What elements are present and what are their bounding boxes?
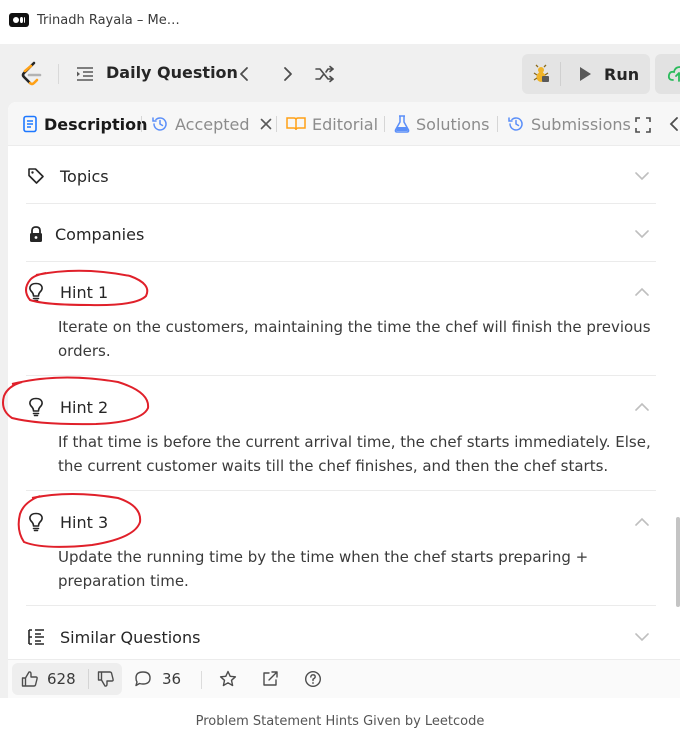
chevron-left-icon [240, 67, 248, 81]
hint-3-text: Update the running time by the time when… [58, 548, 589, 590]
topics-label: Topics [60, 166, 109, 186]
hint-1-header[interactable]: Hint 1 [26, 280, 656, 304]
medium-logo-icon [9, 13, 29, 27]
tab-description-label: Description [44, 114, 148, 134]
lightbulb-icon [26, 512, 46, 532]
thumbs-down-icon [97, 671, 114, 687]
lock-icon [26, 224, 46, 244]
hint-3-title: Hint 3 [60, 512, 109, 532]
run-button-group: Run [522, 54, 650, 94]
list-tree-icon [26, 627, 46, 647]
like-button[interactable]: 628 [12, 663, 88, 695]
run-button[interactable]: Run [568, 54, 648, 94]
chevron-up-icon [635, 402, 649, 411]
tab-accepted[interactable]: Accepted [151, 102, 272, 146]
tab-submissions-label: Submissions [531, 114, 631, 134]
expand-icon[interactable] [635, 117, 651, 133]
shuffle-icon [315, 65, 334, 83]
thumbs-up-icon [21, 671, 38, 687]
image-caption: Problem Statement Hints Given by Leetcod… [195, 714, 485, 729]
star-icon [219, 670, 237, 687]
hint-2-text: If that time is before the current arriv… [58, 433, 651, 475]
play-icon [580, 67, 591, 81]
tab-solutions-label: Solutions [416, 114, 490, 134]
tab-accepted-label: Accepted [175, 114, 250, 134]
external-link-icon [263, 671, 278, 686]
tag-icon [26, 166, 46, 186]
chevron-down-icon [635, 172, 649, 181]
comment-bubble-icon [135, 671, 151, 687]
history-icon [508, 117, 523, 131]
comments-button[interactable]: 36 [134, 663, 181, 695]
browser-tab-title[interactable]: Trinadh Rayala – Me… [37, 13, 180, 28]
tab-submissions[interactable]: Submissions [507, 102, 631, 146]
share-button[interactable] [260, 669, 280, 689]
topics-header[interactable]: Topics [26, 164, 656, 188]
history-icon [152, 117, 167, 131]
leetcode-app: Daily Question Run Description Accepted … [0, 44, 680, 698]
vote-group: 628 [12, 663, 122, 695]
book-icon [286, 117, 306, 131]
companies-header[interactable]: Companies [26, 222, 656, 246]
hint-2-header[interactable]: Hint 2 [26, 395, 656, 419]
question-circle-icon [304, 670, 322, 688]
tab-editorial-label: Editorial [312, 114, 379, 134]
favorite-button[interactable] [218, 669, 238, 689]
flask-icon [394, 115, 410, 133]
panel-footer: 628 36 [8, 659, 680, 698]
comment-count: 36 [162, 670, 182, 688]
chevron-right-icon [284, 67, 292, 81]
similar-questions-header[interactable]: Similar Questions [26, 625, 656, 649]
companies-label: Companies [55, 224, 145, 244]
hint-1-text: Iterate on the customers, maintaining th… [58, 318, 651, 360]
similar-questions-label: Similar Questions [60, 627, 201, 647]
hint-1-title: Hint 1 [60, 282, 109, 302]
hint-2-title: Hint 2 [60, 397, 109, 417]
problem-list-label[interactable]: Daily Question [106, 63, 238, 82]
hint-3-header[interactable]: Hint 3 [26, 510, 656, 534]
run-label: Run [604, 64, 640, 84]
chevron-down-icon [635, 633, 649, 642]
cloud-upload-icon [667, 66, 680, 82]
close-tab-icon[interactable] [260, 118, 272, 130]
leetcode-logo-icon[interactable] [20, 61, 44, 87]
tab-editorial[interactable]: Editorial [286, 102, 378, 146]
debug-bug-icon [533, 64, 549, 82]
prev-question-button[interactable] [234, 63, 256, 85]
panel-tabs: Description Accepted Editorial Solutions… [8, 102, 680, 146]
random-question-button[interactable] [312, 63, 338, 85]
panel-scrollbar[interactable] [676, 517, 680, 607]
help-button[interactable] [303, 669, 323, 689]
chevron-down-icon [635, 230, 649, 239]
document-icon [23, 115, 37, 133]
browser-titlebar: Trinadh Rayala – Me… [0, 0, 680, 40]
chevron-up-icon [635, 517, 649, 526]
dislike-button[interactable] [91, 663, 121, 695]
tab-solutions[interactable]: Solutions [394, 102, 490, 146]
description-panel: Description Accepted Editorial Solutions… [8, 102, 680, 698]
collapse-panel-chevron-icon[interactable] [668, 116, 680, 132]
debug-button[interactable] [522, 54, 560, 94]
next-question-button[interactable] [276, 63, 298, 85]
tab-description[interactable]: Description [22, 102, 147, 146]
like-count: 628 [47, 670, 76, 688]
lightbulb-icon [26, 397, 46, 417]
top-toolbar: Daily Question Run [0, 44, 680, 102]
chevron-up-icon [635, 287, 649, 296]
problem-list-icon[interactable] [75, 65, 95, 83]
submit-button[interactable] [655, 54, 680, 94]
lightbulb-icon [26, 282, 46, 302]
